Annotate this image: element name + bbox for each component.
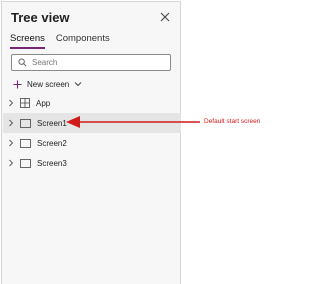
annotation-arrow [66, 116, 200, 128]
annotation-label: Default start screen [204, 118, 261, 125]
screenshot-stage: Tree view Screens Components Search New … [0, 0, 300, 284]
